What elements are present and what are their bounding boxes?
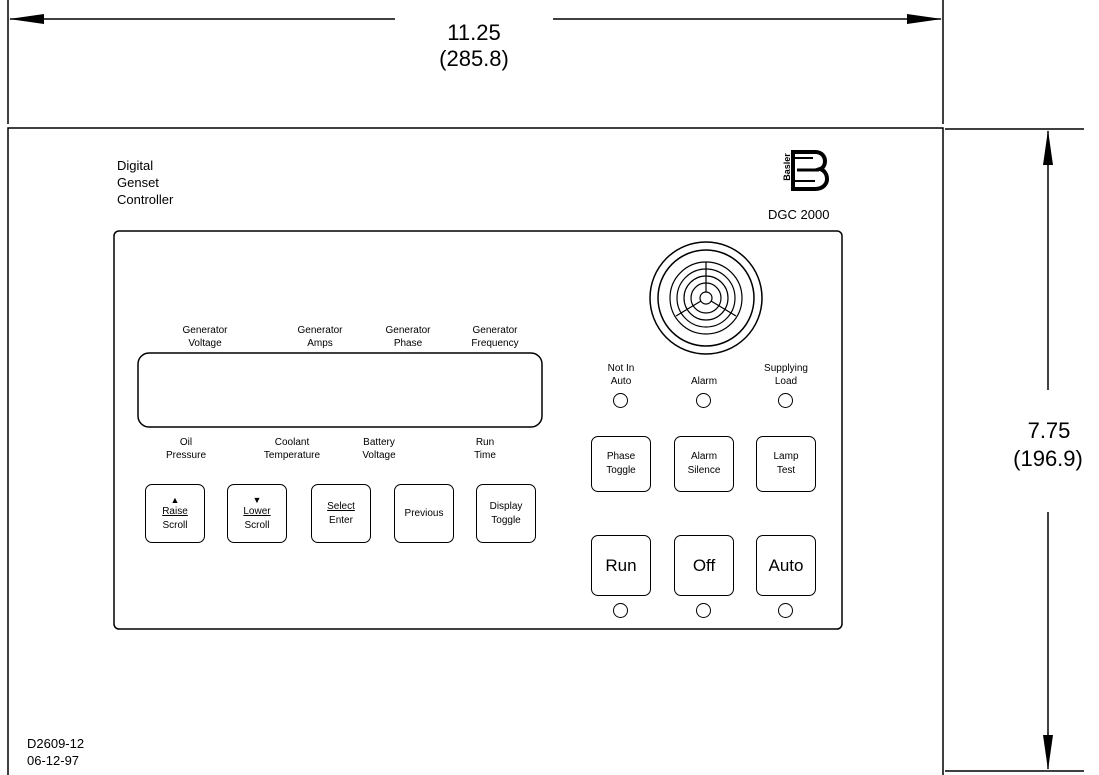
drawing-number: D2609-12: [27, 736, 85, 751]
width-dimension-inches: 11.25: [447, 20, 501, 45]
label-run-time: Run Time: [474, 437, 496, 461]
previous-button[interactable]: Previous: [394, 484, 454, 543]
silence-label: Silence: [687, 465, 721, 476]
raise-label: Raise: [162, 505, 188, 517]
off-button[interactable]: Off: [674, 535, 734, 596]
label-coolant-temperature: Coolant Temperature: [263, 437, 321, 461]
label-supplying-load: Supplying Load: [764, 363, 808, 387]
select-label: Select: [327, 500, 355, 512]
width-dimension-mm: (285.8): [439, 46, 509, 71]
horn-speaker-icon: [649, 241, 763, 355]
toggle-label: Toggle: [491, 514, 521, 526]
display-label: Display: [489, 500, 523, 512]
label-generator-phase: Generator Phase: [385, 325, 431, 349]
off-led: [696, 603, 711, 618]
lower-scroll-button[interactable]: ▼ Lower Scroll: [227, 484, 287, 543]
product-name-line-1: Digital: [117, 158, 154, 173]
down-arrow-icon: ▼: [252, 494, 262, 505]
product-name-line-3: Controller: [117, 192, 174, 207]
alarm-label: Alarm: [690, 451, 718, 462]
lamp-test-button[interactable]: Lamp Test: [756, 436, 816, 492]
up-arrow-icon: ▲: [170, 494, 180, 505]
raise-scroll-button[interactable]: ▲ Raise Scroll: [145, 484, 205, 543]
label-generator-frequency: Generator Frequency: [471, 325, 519, 349]
lower-label: Lower: [243, 505, 271, 517]
toggle-label: Toggle: [606, 465, 636, 476]
product-name-line-2: Genset: [117, 175, 159, 190]
label-battery-voltage: Battery Voltage: [362, 437, 396, 461]
auto-led: [778, 603, 793, 618]
scroll-label: Scroll: [244, 519, 270, 531]
supplying-load-led: [778, 393, 793, 408]
label-alarm: Alarm: [690, 376, 718, 387]
drawing-date: 06-12-97: [27, 753, 80, 768]
phase-label: Phase: [606, 451, 636, 462]
label-oil-pressure: Oil Pressure: [165, 437, 206, 461]
basler-b-icon: [791, 150, 829, 191]
alarm-silence-button[interactable]: Alarm Silence: [674, 436, 734, 492]
test-label: Test: [776, 465, 796, 476]
alarm-led: [696, 393, 711, 408]
auto-label: Auto: [768, 555, 804, 575]
display-toggle-button[interactable]: Display Toggle: [476, 484, 536, 543]
lcd-display: [138, 353, 542, 427]
run-led: [613, 603, 628, 618]
run-button[interactable]: Run: [591, 535, 651, 596]
basler-logo: Basler: [779, 150, 829, 192]
lamp-label: Lamp: [773, 451, 799, 462]
auto-button[interactable]: Auto: [756, 535, 816, 596]
model-name: DGC 2000: [768, 207, 830, 222]
label-generator-amps: Generator Amps: [297, 325, 343, 349]
off-label: Off: [692, 555, 716, 575]
run-label: Run: [605, 555, 637, 575]
label-not-in-auto: Not In Auto: [607, 363, 635, 387]
enter-label: Enter: [329, 514, 353, 526]
phase-toggle-button[interactable]: Phase Toggle: [591, 436, 651, 492]
height-dimension-inches: 7.75: [1027, 418, 1071, 443]
previous-label: Previous: [404, 507, 444, 519]
select-enter-button[interactable]: Select Enter: [311, 484, 371, 543]
not-in-auto-led: [613, 393, 628, 408]
scroll-label: Scroll: [162, 519, 188, 531]
label-generator-voltage: Generator Voltage: [182, 325, 228, 349]
height-dimension-mm: (196.9): [1013, 446, 1083, 471]
